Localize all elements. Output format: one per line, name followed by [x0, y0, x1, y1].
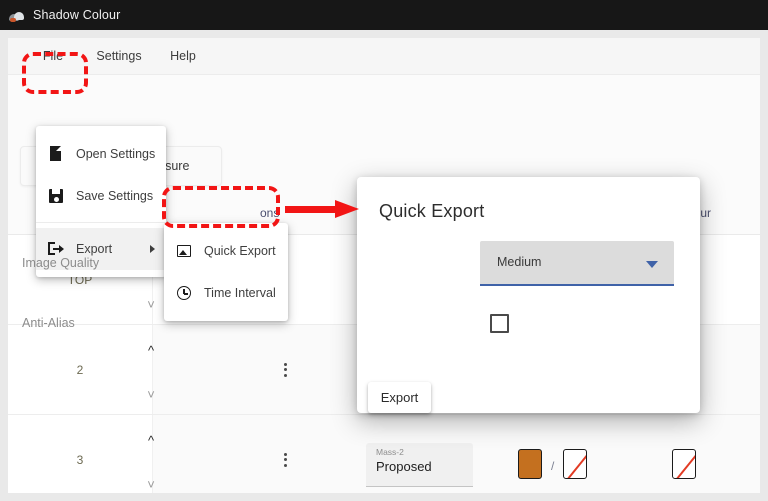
kebab-menu-icon[interactable]	[278, 360, 292, 382]
menu-item-label: Export	[76, 242, 113, 256]
chevron-up-icon[interactable]: ^	[140, 343, 162, 358]
colour-swatch-none[interactable]	[672, 449, 696, 479]
chevron-right-icon	[150, 245, 155, 253]
floppy-disk-icon	[48, 188, 64, 204]
menubar-file[interactable]: File	[30, 38, 76, 74]
export-submenu-popup: Quick Export Time Interval	[164, 223, 288, 321]
export-arrow-icon	[48, 241, 64, 257]
file-menu-popup: Open Settings Save Settings Export	[36, 126, 166, 277]
row-label: 3	[76, 452, 84, 467]
window-title: Shadow Colour	[33, 8, 121, 22]
image-quality-select[interactable]: Medium	[480, 241, 674, 286]
export-button[interactable]: Export	[368, 382, 431, 413]
image-quality-label: Image Quality	[22, 256, 100, 270]
chevron-up-icon[interactable]: ^	[140, 433, 162, 448]
mass-field-label: Mass-2	[376, 447, 404, 457]
anti-alias-checkbox[interactable]	[490, 314, 509, 333]
chevron-down-icon[interactable]: ˅	[140, 477, 162, 492]
kebab-menu-icon[interactable]	[278, 450, 292, 472]
menu-item-time-interval[interactable]: Time Interval	[164, 272, 288, 314]
menu-item-save-settings[interactable]: Save Settings	[36, 175, 166, 217]
menu-item-quick-export[interactable]: Quick Export	[164, 230, 288, 272]
menu-divider	[36, 222, 166, 223]
menu-item-open-settings[interactable]: Open Settings	[36, 133, 166, 175]
table-header-options: ons	[260, 206, 280, 220]
table-row: 3 ^ ˅ Mass-2 Proposed /	[8, 415, 760, 493]
menubar-help[interactable]: Help	[160, 38, 206, 74]
mass-field-value: Proposed	[376, 459, 432, 474]
colour-swatch-none[interactable]	[563, 449, 587, 479]
quick-export-dialog: Quick Export	[357, 177, 700, 413]
image-icon	[176, 243, 192, 259]
menu-item-label: Save Settings	[76, 189, 154, 203]
colour-swatch-filled[interactable]	[518, 449, 542, 479]
chevron-down-icon[interactable]: ˅	[140, 387, 162, 402]
clock-icon	[176, 285, 192, 301]
dialog-title: Quick Export	[379, 201, 485, 221]
document-icon	[48, 146, 64, 162]
menubar-settings[interactable]: Settings	[88, 38, 150, 74]
title-bar: Shadow Colour	[0, 0, 768, 30]
menu-item-label: Time Interval	[204, 286, 276, 300]
menu-item-label: Quick Export	[204, 244, 276, 258]
anti-alias-label: Anti-Alias	[22, 316, 75, 330]
menu-item-label: Open Settings	[76, 147, 156, 161]
chevron-down-icon[interactable]: ˅	[140, 297, 162, 312]
row-label: 2	[76, 362, 84, 377]
swatch-separator: /	[551, 459, 555, 473]
dropdown-arrow-icon	[646, 261, 658, 268]
shadow-colour-app-icon	[9, 8, 24, 23]
image-quality-value: Medium	[497, 255, 542, 269]
menu-bar: File Settings Help	[8, 38, 760, 75]
application-window: Shadow Colour File Settings Help S Expos…	[0, 0, 768, 501]
mass-field[interactable]: Mass-2 Proposed	[366, 443, 473, 487]
